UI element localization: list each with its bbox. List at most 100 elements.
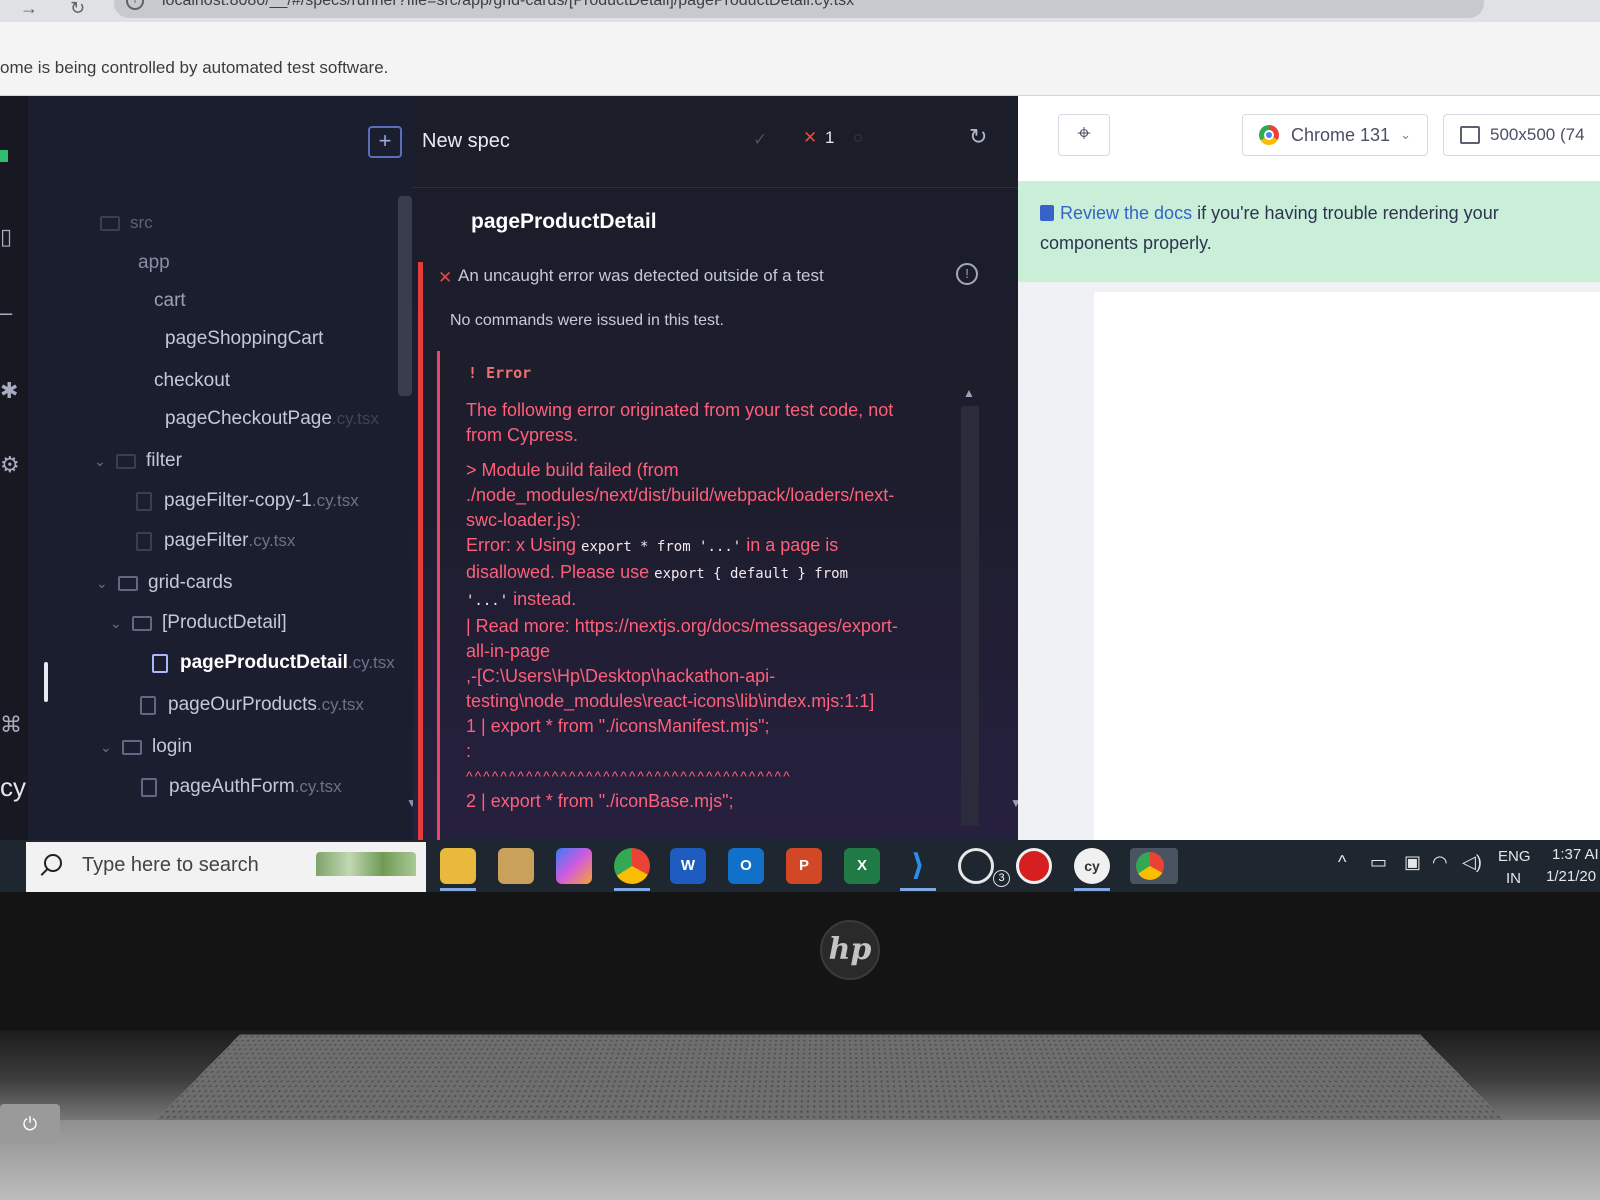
error-line: ^^^^^^^^^^^^^^^^^^^^^^^^^^^^^^^^^^^^^^ xyxy=(466,768,792,784)
review-docs-link[interactable]: Review the docs xyxy=(1060,203,1192,223)
tree-folder-app[interactable]: app xyxy=(138,248,170,278)
tree-file-pageShoppingCart[interactable]: pageShoppingCart xyxy=(165,324,323,354)
outlook-icon[interactable]: O xyxy=(728,848,764,884)
chevron-down-icon: ⌄ xyxy=(100,738,112,755)
docs-banner: Review the docs if you're having trouble… xyxy=(1018,182,1600,282)
error-line: '...' instead. xyxy=(466,589,577,609)
vscode-icon[interactable]: ⟩ xyxy=(900,848,936,884)
error-line: ./node_modules/next/dist/build/webpack/l… xyxy=(466,485,895,505)
clock-date[interactable]: 1/21/20 xyxy=(1546,868,1596,885)
runs-nav-icon[interactable]: – xyxy=(0,300,12,326)
rerun-icon[interactable]: ↻ xyxy=(969,124,987,150)
excel-icon[interactable]: X xyxy=(844,848,880,884)
viewport-info[interactable]: 500x500 (74 xyxy=(1443,114,1600,156)
notes-app-icon[interactable] xyxy=(498,848,534,884)
screen-recorder-icon[interactable] xyxy=(1016,848,1052,884)
file-icon xyxy=(136,531,152,551)
error-line: | Read more: https://nextjs.org/docs/mes… xyxy=(466,616,898,636)
search-placeholder: Type here to search xyxy=(82,854,259,876)
specs-scrollbar[interactable] xyxy=(398,196,412,396)
error-message[interactable]: The following error originated from your… xyxy=(466,398,936,814)
whatsapp-icon[interactable] xyxy=(958,848,994,884)
tree-folder-checkout[interactable]: checkout xyxy=(154,366,230,396)
battery-icon[interactable]: ▭ xyxy=(1370,852,1387,873)
error-line: 2 | export * from "./iconBase.mjs"; xyxy=(466,791,734,811)
volume-icon[interactable]: ◁) xyxy=(1462,852,1482,873)
reload-icon[interactable]: ↻ xyxy=(70,0,85,17)
debug-nav-icon[interactable]: ✱ xyxy=(0,378,18,404)
specs-nav-icon[interactable]: ▯ xyxy=(0,224,12,250)
file-explorer-icon[interactable] xyxy=(440,848,476,884)
code-snippet: export * from '...' xyxy=(581,539,742,555)
cypress-runner: ▯ – ✱ ⚙ ⌘ cy + src app cart pageShopping… xyxy=(0,96,1600,840)
passed-check-icon: ✓ xyxy=(753,130,768,149)
app-running-indicator xyxy=(440,888,476,891)
aut-iframe[interactable] xyxy=(1094,292,1600,840)
error-line: ,-[C:\Users\Hp\Desktop\hackathon-api- xyxy=(466,666,776,686)
back-arrow-icon[interactable]: → xyxy=(20,0,38,17)
url-text[interactable]: localhost:8080/__/#/specs/runner?file=sr… xyxy=(162,0,854,10)
new-spec-label[interactable]: New spec xyxy=(422,130,510,153)
tree-file-pageCheckoutPage[interactable]: pageCheckoutPage .cy.tsx xyxy=(165,404,379,434)
browser-label: Chrome 131 xyxy=(1291,124,1391,145)
meet-now-icon[interactable]: ▣ xyxy=(1404,852,1421,873)
no-commands-message: No commands were issued in this test. xyxy=(450,312,724,329)
pending-circle-icon: ○ xyxy=(853,128,864,147)
clock-time[interactable]: 1:37 AI xyxy=(1552,846,1599,863)
powerpoint-icon[interactable]: P xyxy=(786,848,822,884)
error-line: The following error originated from your… xyxy=(466,400,894,420)
keyboard-shortcuts-icon[interactable]: ⌘ xyxy=(0,712,22,738)
error-line: > Module build failed (from xyxy=(466,460,679,480)
tree-file-pageFilter[interactable]: pageFilter .cy.tsx xyxy=(136,526,295,556)
file-icon xyxy=(136,491,152,511)
speaker-grille xyxy=(154,1034,1506,1122)
info-icon[interactable]: ! xyxy=(956,263,978,285)
folder-icon xyxy=(116,453,136,469)
docs-banner-text: components properly. xyxy=(1040,233,1212,253)
taskbar-search-input[interactable]: Type here to search xyxy=(26,842,426,898)
scroll-up-arrow-icon[interactable]: ▲ xyxy=(963,386,975,400)
word-icon[interactable]: W xyxy=(670,848,706,884)
chevron-down-icon: ⌄ xyxy=(110,614,122,631)
status-indicator xyxy=(0,150,8,162)
cypress-icon[interactable]: cy xyxy=(1074,848,1110,884)
tree-file-pageOurProducts[interactable]: pageOurProducts .cy.tsx xyxy=(140,690,364,720)
tree-folder-filter[interactable]: ⌄ filter xyxy=(94,446,182,476)
selector-playground-crosshair-icon[interactable]: ⌖ xyxy=(1058,114,1110,156)
error-line: swc-loader.js): xyxy=(466,510,582,530)
language-region[interactable]: IN xyxy=(1506,870,1521,887)
tree-folder-src[interactable]: src xyxy=(100,208,153,238)
language-indicator[interactable]: ENG xyxy=(1498,848,1531,865)
error-scrollbar[interactable] xyxy=(961,406,979,826)
chevron-down-icon: ⌄ xyxy=(94,452,106,469)
chevron-down-icon: ⌄ xyxy=(96,574,108,591)
tree-file-pageProductDetail[interactable]: pageProductDetail .cy.tsx xyxy=(152,648,395,678)
tree-folder-login[interactable]: ⌄ login xyxy=(100,732,192,762)
tree-file-pageFilter-copy-1[interactable]: pageFilter-copy-1 .cy.tsx xyxy=(136,486,359,516)
copilot-icon[interactable] xyxy=(556,848,592,884)
command-log-reporter: New spec ✓ ✕ 1 ○ ↻ pageProductDetail ✕ A… xyxy=(413,96,1022,840)
laptop-bezel xyxy=(0,892,1600,1052)
code-snippet: export { default } from xyxy=(654,566,849,582)
tree-folder-cart[interactable]: cart xyxy=(154,286,186,316)
chrome-icon[interactable] xyxy=(614,848,650,884)
tree-folder-grid-cards[interactable]: ⌄ grid-cards xyxy=(96,568,232,598)
viewport-label: 500x500 (74 xyxy=(1490,125,1585,144)
failed-count: 1 xyxy=(825,128,835,147)
tree-file-pageAuthForm[interactable]: pageAuthForm .cy.tsx xyxy=(141,772,342,802)
browser-selector[interactable]: Chrome 131 ⌄ xyxy=(1242,114,1428,156)
wifi-icon[interactable]: ◠ xyxy=(1432,852,1448,873)
cypress-logo-icon: cy xyxy=(0,772,26,802)
show-hidden-icons-chevron-icon[interactable]: ^ xyxy=(1338,852,1346,873)
add-spec-button[interactable]: + xyxy=(368,126,402,158)
failed-x-icon: ✕ xyxy=(803,128,818,147)
windows-taskbar: Type here to search W O P X ⟩ 3 cy ^ ▭ ▣… xyxy=(0,840,1600,898)
specs-list-panel: + src app cart pageShoppingCart checkout… xyxy=(28,96,413,840)
folder-icon xyxy=(100,215,120,231)
folder-icon xyxy=(122,739,142,755)
error-line: Error: x Using export * from '...' in a … xyxy=(466,535,839,555)
whatsapp-badge: 3 xyxy=(993,870,1010,887)
settings-gear-icon[interactable]: ⚙ xyxy=(0,452,20,478)
tree-folder-ProductDetail[interactable]: ⌄ [ProductDetail] xyxy=(110,608,287,638)
uncaught-error-title[interactable]: An uncaught error was detected outside o… xyxy=(458,266,824,286)
